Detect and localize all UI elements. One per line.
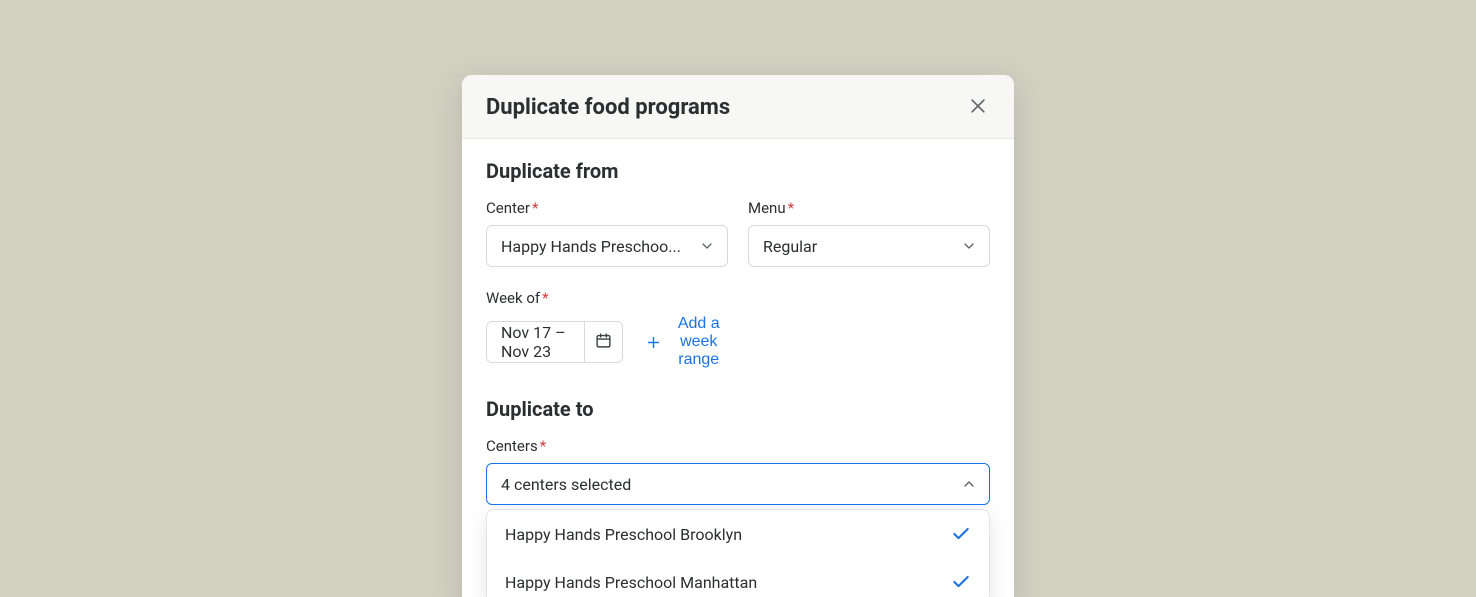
week-field: Week of* Nov 17 – Nov 23 Add a week rang… — [486, 289, 728, 369]
center-option[interactable]: Happy Hands Preschool Brooklyn — [487, 510, 989, 558]
close-button[interactable] — [966, 96, 990, 120]
required-mark: * — [540, 437, 546, 455]
modal-title: Duplicate food programs — [486, 95, 730, 120]
centers-select-value: 4 centers selected — [501, 475, 949, 494]
required-mark: * — [542, 289, 548, 307]
calendar-button[interactable] — [584, 322, 622, 362]
required-mark: * — [788, 199, 794, 217]
menu-select[interactable]: Regular — [748, 225, 990, 267]
week-label-text: Week of — [486, 289, 540, 307]
menu-label-text: Menu — [748, 199, 786, 217]
centers-field: Centers* 4 centers selected Happy Hands … — [486, 437, 990, 597]
add-week-range-label: Add a week range — [670, 315, 729, 369]
center-field: Center* Happy Hands Preschoo... — [486, 199, 728, 267]
centers-multiselect[interactable]: 4 centers selected — [486, 463, 990, 505]
close-icon — [968, 96, 988, 119]
add-week-range-button[interactable]: Add a week range — [645, 315, 729, 369]
menu-field: Menu* Regular — [748, 199, 990, 267]
centers-label-text: Centers — [486, 437, 538, 455]
section-heading-to: Duplicate to — [486, 397, 990, 421]
calendar-icon — [595, 332, 612, 353]
week-date-value: Nov 17 – Nov 23 — [487, 322, 584, 362]
chevron-down-icon — [961, 238, 977, 254]
menu-label: Menu* — [748, 199, 990, 217]
chevron-up-icon — [961, 476, 977, 492]
chevron-down-icon — [699, 238, 715, 254]
centers-label: Centers* — [486, 437, 990, 455]
section-heading-from: Duplicate from — [486, 159, 990, 183]
week-label: Week of* — [486, 289, 728, 307]
center-option-label: Happy Hands Preschool Brooklyn — [505, 525, 742, 544]
centers-dropdown-panel: Happy Hands Preschool Brooklyn Happy Han… — [486, 509, 990, 597]
from-row-1: Center* Happy Hands Preschoo... Menu* Re… — [486, 199, 990, 267]
center-label-text: Center — [486, 199, 530, 217]
modal-body: Duplicate from Center* Happy Hands Presc… — [462, 139, 1014, 597]
center-select[interactable]: Happy Hands Preschoo... — [486, 225, 728, 267]
center-option-label: Happy Hands Preschool Manhattan — [505, 573, 757, 592]
plus-icon — [645, 334, 662, 351]
menu-select-value: Regular — [763, 237, 949, 256]
center-option[interactable]: Happy Hands Preschool Manhattan — [487, 558, 989, 597]
center-select-value: Happy Hands Preschoo... — [501, 237, 687, 256]
required-mark: * — [532, 199, 538, 217]
center-label: Center* — [486, 199, 728, 217]
duplicate-food-programs-modal: Duplicate food programs Duplicate from C… — [462, 75, 1014, 597]
week-date-input[interactable]: Nov 17 – Nov 23 — [486, 321, 623, 363]
check-icon — [951, 524, 971, 544]
check-icon — [951, 572, 971, 592]
week-row: Nov 17 – Nov 23 Add a week range — [486, 315, 728, 369]
modal-header: Duplicate food programs — [462, 75, 1014, 139]
